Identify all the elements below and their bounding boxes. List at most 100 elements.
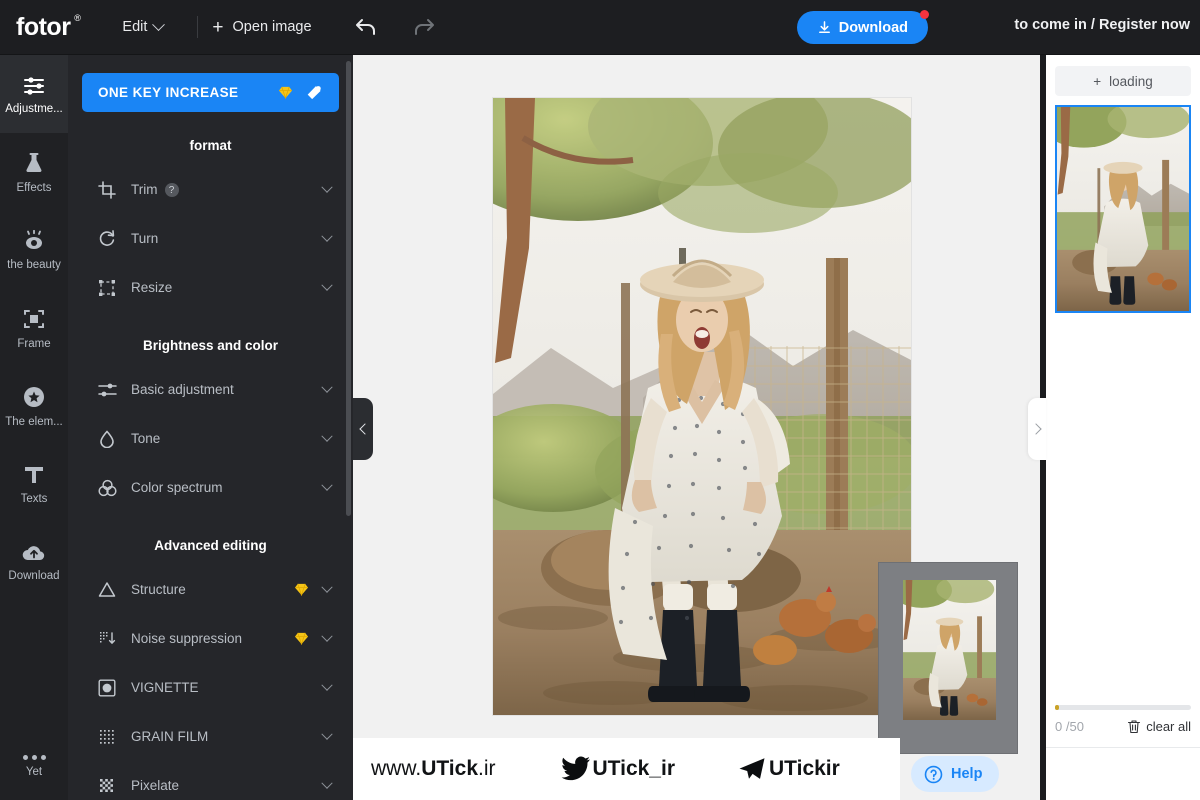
canvas-photo[interactable]	[493, 98, 911, 715]
download-button[interactable]: Download	[796, 10, 929, 44]
sidebar-item-label: Effects	[16, 181, 52, 194]
help-badge-icon[interactable]: ?	[164, 183, 179, 198]
cloud-upload-icon	[22, 545, 45, 560]
plus-icon: +	[1093, 73, 1102, 89]
sidebar-more-button[interactable]: Yet	[0, 755, 68, 778]
download-button-label: Download	[838, 19, 908, 36]
grain-icon	[96, 728, 118, 746]
tool-row-label: Structure	[131, 582, 186, 597]
tool-row-color-spectrum[interactable]: Color spectrum	[68, 463, 353, 512]
tool-row-noise-suppression[interactable]: Noise suppression	[68, 614, 353, 663]
fotor-logo[interactable]: fotor ®	[16, 12, 81, 42]
plus-icon: +	[212, 16, 224, 38]
one-key-increase-button[interactable]: ONE KEY INCREASE	[82, 73, 339, 112]
add-image-button[interactable]: + loading	[1055, 66, 1191, 96]
sidebar-item-frame[interactable]: Frame	[0, 289, 68, 367]
frame-icon	[24, 309, 44, 328]
more-dots-icon	[22, 755, 46, 760]
history-controls	[354, 16, 436, 38]
tool-row-basic-adjustment[interactable]: Basic adjustment	[68, 365, 353, 414]
eye-icon	[26, 229, 42, 249]
twitter-bird-icon	[561, 756, 590, 781]
navigator-thumbnail	[903, 580, 996, 720]
panel-divider	[1046, 747, 1200, 748]
chevron-down-icon	[321, 230, 333, 242]
chevron-right-icon	[1029, 423, 1042, 435]
top-toolbar: fotor ® Edit + Open image Download to com…	[0, 0, 1200, 55]
premium-gem-icon	[295, 583, 308, 596]
sidebar-item-download[interactable]: Download	[0, 523, 68, 601]
image-count: 0 /50	[1055, 719, 1084, 734]
chevron-down-icon	[321, 581, 333, 593]
image-list-scrollbar[interactable]	[1055, 705, 1191, 710]
tool-row-vignette[interactable]: VIGNETTE	[68, 663, 353, 712]
sidebar-item-label: Texts	[20, 492, 48, 505]
pixelate-icon	[96, 777, 118, 795]
collapse-left-panel-handle[interactable]	[353, 398, 373, 460]
tool-row-label: Noise suppression	[131, 631, 243, 646]
navigator-photo	[903, 580, 996, 720]
sidebar-item-label: The elem...	[5, 415, 63, 428]
crop-icon	[96, 180, 118, 199]
sidebar-item-adjustment[interactable]: Adjustme...	[0, 55, 68, 133]
left-tool-rail: Adjustme... Effects the beauty Frame The…	[0, 55, 68, 800]
undo-arrow-icon[interactable]	[354, 16, 378, 38]
telegram-plane-icon	[739, 758, 765, 779]
tool-row-tone[interactable]: Tone	[68, 414, 353, 463]
tool-row-trim[interactable]: Trim?	[68, 165, 353, 214]
tool-row-grain-film[interactable]: GRAIN FILM	[68, 712, 353, 761]
edit-menu-label: Edit	[122, 19, 148, 35]
star-circle-icon	[24, 386, 44, 407]
tool-row-pixelate[interactable]: Pixelate	[68, 761, 353, 800]
watermark-telegram: UTickir	[738, 757, 840, 781]
watermark-telegram-handle: UTickir	[769, 757, 840, 780]
photo-artwork	[493, 98, 911, 715]
image-thumbnail-selected[interactable]	[1055, 105, 1191, 313]
tool-row-turn[interactable]: Turn	[68, 214, 353, 263]
help-button[interactable]: Help	[911, 756, 1000, 792]
color-circles-icon	[96, 479, 118, 497]
watermark-bar: www. UTick .ir UTick_ir UTickir	[353, 738, 900, 800]
chevron-down-icon	[321, 479, 333, 491]
scrollbar-thumb[interactable]	[1055, 705, 1059, 710]
redo-arrow-icon[interactable]	[412, 16, 436, 38]
tool-row-structure[interactable]: Structure	[68, 565, 353, 614]
image-list-footer: 0 /50 clear all	[1046, 705, 1200, 734]
chevron-down-icon	[321, 630, 333, 642]
tool-row-label: VIGNETTE	[131, 680, 199, 695]
section-title-format: format	[189, 138, 232, 153]
one-key-increase-label: ONE KEY INCREASE	[98, 85, 239, 100]
chevron-down-icon	[321, 279, 333, 291]
collapse-right-panel-handle[interactable]	[1028, 398, 1046, 460]
tool-row-resize[interactable]: Resize	[68, 263, 353, 312]
chevron-down-icon	[321, 728, 333, 740]
sidebar-item-beauty[interactable]: the beauty	[0, 211, 68, 289]
fotor-photo-editor: fotor ® Edit + Open image Download to com…	[0, 0, 1200, 800]
watermark-twitter-handle: UTick_ir	[592, 757, 676, 780]
chevron-down-icon	[152, 17, 166, 31]
navigator-preview[interactable]	[878, 562, 1018, 754]
sidebar-item-elements[interactable]: The elem...	[0, 367, 68, 445]
premium-gem-icon	[295, 632, 308, 645]
open-image-button[interactable]: + Open image	[212, 18, 311, 37]
triangle-icon	[96, 581, 118, 598]
sidebar-item-label: Frame	[17, 337, 51, 350]
edit-menu-button[interactable]: Edit	[112, 13, 173, 41]
login-register-link[interactable]: to come in / Register now	[1014, 17, 1190, 33]
sidebar-item-texts[interactable]: Texts	[0, 445, 68, 523]
logo-registered-mark: ®	[74, 12, 81, 23]
tool-row-label: GRAIN FILM	[131, 729, 209, 744]
text-t-icon	[25, 466, 43, 483]
sidebar-item-label: the beauty	[7, 258, 61, 271]
panel-scrollbar[interactable]	[346, 61, 351, 516]
sidebar-item-label: Adjustme...	[5, 102, 63, 115]
chevron-down-icon	[321, 430, 333, 442]
tool-row-label: Tone	[131, 431, 161, 446]
clear-all-button[interactable]: clear all	[1127, 719, 1191, 734]
logo-text: fotor	[16, 12, 71, 41]
sliders-icon	[24, 76, 44, 95]
flask-icon	[26, 152, 42, 172]
sidebar-item-effects[interactable]: Effects	[0, 133, 68, 211]
tool-row-label: Basic adjustment	[131, 382, 234, 397]
image-list-panel: + loading 0 /50 clear all	[1046, 55, 1200, 800]
